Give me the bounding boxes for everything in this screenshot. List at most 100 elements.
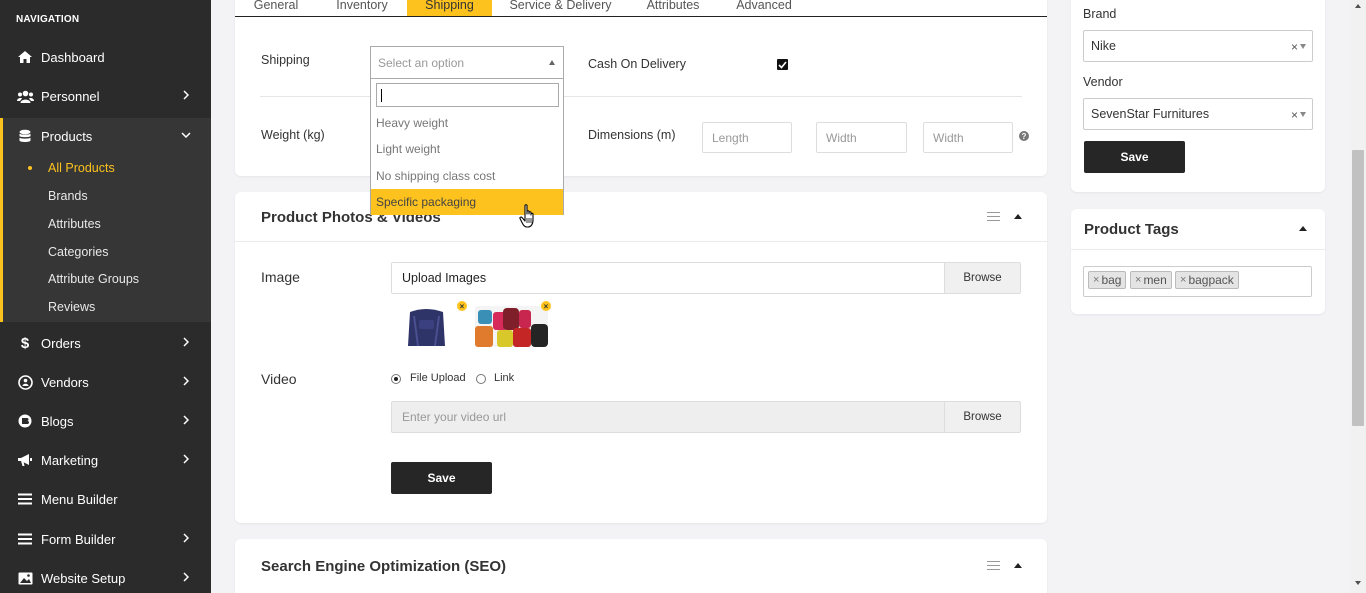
submenu-reviews[interactable]: Reviews	[48, 300, 95, 314]
database-icon	[16, 127, 34, 145]
sidebar-item-marketing[interactable]: Marketing	[0, 442, 211, 478]
submenu-brands[interactable]: Brands	[48, 189, 88, 203]
check-icon	[778, 60, 787, 69]
video-url-input[interactable]: Enter your video url	[392, 410, 944, 424]
sidebar-item-vendors[interactable]: Vendors	[0, 364, 211, 400]
tab-inventory[interactable]: Inventory	[327, 0, 397, 16]
browse-image-button[interactable]: Browse	[944, 263, 1020, 293]
sidebar-item-label: Menu Builder	[41, 491, 118, 507]
vendor-select[interactable]: SevenStar Furnitures ×	[1083, 98, 1313, 130]
text-cursor	[381, 89, 382, 102]
collapse-icon[interactable]	[1299, 226, 1307, 231]
chevron-right-icon	[181, 454, 191, 464]
sidebar-item-label: Vendors	[41, 374, 89, 390]
submenu-all-products[interactable]: All Products	[48, 161, 115, 175]
browse-video-button[interactable]: Browse	[944, 402, 1020, 432]
sidebar-item-label: Blogs	[41, 413, 74, 429]
chevron-right-icon	[181, 415, 191, 425]
dropdown-search-input[interactable]	[376, 83, 559, 107]
sidebar: NAVIGATION Dashboard Personnel Products …	[0, 0, 211, 593]
chevron-right-icon	[181, 572, 191, 582]
nav-heading: NAVIGATION	[16, 14, 80, 25]
sidebar-item-form-builder[interactable]: Form Builder	[0, 521, 211, 557]
sidebar-item-blogs[interactable]: Blogs	[0, 403, 211, 439]
height-input[interactable]: Width	[923, 122, 1013, 153]
sidebar-item-website-setup[interactable]: Website Setup	[0, 560, 211, 593]
chevron-down-icon	[181, 130, 191, 140]
option-light-weight[interactable]: Light weight	[371, 136, 563, 162]
select-placeholder: Select an option	[378, 55, 465, 70]
tabs-underline	[235, 16, 1047, 17]
shipping-label: Shipping	[261, 53, 310, 67]
length-input[interactable]: Length	[702, 122, 792, 153]
remove-tag-icon[interactable]: ×	[1093, 274, 1099, 286]
video-label: Video	[261, 371, 297, 387]
blog-icon	[16, 412, 34, 430]
brand-select[interactable]: Nike ×	[1083, 30, 1313, 62]
caret-down-icon	[1300, 44, 1306, 49]
collapse-icon[interactable]	[1014, 563, 1022, 568]
tag-chip: × bagpack	[1175, 271, 1239, 289]
link-radio[interactable]	[476, 374, 486, 384]
caret-up-icon	[549, 60, 555, 65]
clear-icon[interactable]: ×	[1291, 108, 1298, 122]
product-thumbnail	[475, 306, 548, 347]
width-input[interactable]: Width	[816, 122, 907, 153]
tab-service-delivery[interactable]: Service & Delivery	[503, 0, 618, 16]
drag-handle-icon[interactable]	[987, 561, 1000, 570]
bars-icon	[16, 490, 34, 508]
scroll-down-icon[interactable]	[1355, 581, 1361, 585]
sidebar-item-label: Dashboard	[41, 49, 105, 65]
dimensions-label: Dimensions (m)	[588, 128, 676, 142]
sidebar-item-personnel[interactable]: Personnel	[0, 78, 211, 114]
remove-tag-icon[interactable]: ×	[1135, 274, 1141, 286]
scroll-up-icon[interactable]	[1355, 4, 1361, 8]
sidebar-item-orders[interactable]: $ Orders	[0, 325, 211, 361]
drag-handle-icon[interactable]	[987, 212, 1000, 221]
option-no-shipping-class[interactable]: No shipping class cost	[371, 163, 563, 189]
sidebar-item-label: Website Setup	[41, 570, 126, 586]
collapse-icon[interactable]	[1014, 214, 1022, 219]
save-organization-button[interactable]: Save	[1084, 141, 1185, 173]
help-icon[interactable]: ?	[1019, 131, 1029, 141]
users-icon	[16, 87, 34, 105]
cod-checkbox[interactable]	[777, 59, 788, 70]
scrollbar-thumb[interactable]	[1352, 150, 1364, 426]
file-upload-radio[interactable]	[391, 374, 401, 384]
save-photos-button[interactable]: Save	[391, 462, 492, 494]
tag-label: men	[1143, 273, 1167, 287]
products-submenu	[0, 154, 211, 322]
sidebar-item-label: Personnel	[41, 88, 100, 104]
tab-attributes[interactable]: Attributes	[637, 0, 709, 16]
clear-icon[interactable]: ×	[1291, 40, 1298, 54]
remove-image-icon[interactable]: ×	[457, 301, 467, 311]
shipping-class-select[interactable]: Select an option	[370, 46, 564, 78]
active-dot	[28, 166, 32, 170]
home-icon	[16, 48, 34, 66]
shipping-class-dropdown: Heavy weight Light weight No shipping cl…	[370, 78, 564, 215]
video-url-field[interactable]: Enter your video url Browse	[391, 401, 1021, 433]
tab-advanced[interactable]: Advanced	[731, 0, 797, 16]
option-heavy-weight[interactable]: Heavy weight	[371, 110, 563, 136]
submenu-categories[interactable]: Categories	[48, 245, 108, 259]
file-upload-label: File Upload	[410, 372, 466, 384]
link-label: Link	[494, 372, 515, 384]
sidebar-item-dashboard[interactable]: Dashboard	[0, 39, 211, 75]
remove-image-icon[interactable]: ×	[541, 301, 551, 311]
tags-card-title: Product Tags	[1084, 221, 1179, 238]
sidebar-item-label: Orders	[41, 335, 81, 351]
product-photos-card	[235, 192, 1047, 523]
submenu-attribute-groups[interactable]: Attribute Groups	[48, 272, 139, 286]
submenu-attributes[interactable]: Attributes	[48, 217, 101, 231]
sidebar-item-menu-builder[interactable]: Menu Builder	[0, 481, 211, 517]
tab-general[interactable]: General	[245, 0, 307, 16]
tab-shipping[interactable]: Shipping	[407, 0, 492, 16]
image-upload-field[interactable]: Upload Images Browse	[391, 262, 1021, 294]
brand-value: Nike	[1091, 39, 1117, 53]
megaphone-icon	[16, 451, 34, 469]
upload-text: Upload Images	[402, 271, 487, 285]
remove-tag-icon[interactable]: ×	[1180, 274, 1186, 286]
sidebar-item-products[interactable]: Products	[0, 118, 211, 154]
chevron-right-icon	[181, 90, 191, 100]
caret-down-icon	[1300, 112, 1306, 117]
